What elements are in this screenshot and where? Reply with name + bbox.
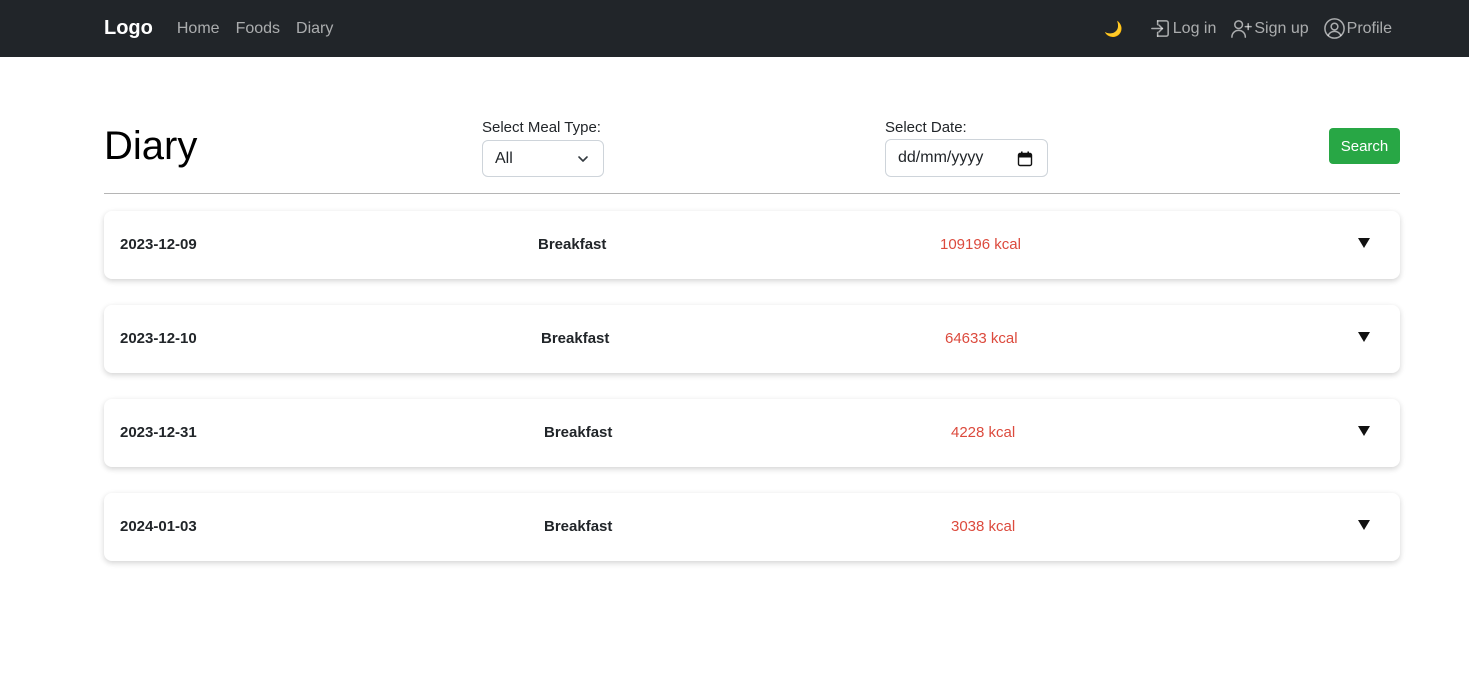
caret-down-icon[interactable] xyxy=(1357,236,1371,250)
divider xyxy=(104,193,1400,194)
nav-left: Logo Home Foods Diary xyxy=(104,0,349,57)
profile-label: Profile xyxy=(1346,19,1392,37)
date-placeholder: dd/mm/yyyy xyxy=(898,149,984,166)
diary-entry[interactable]: 2023-12-10 Breakfast 64633 kcal xyxy=(104,305,1400,373)
nav-link-diary[interactable]: Diary xyxy=(296,20,333,38)
entry-date: 2024-01-03 xyxy=(120,518,197,535)
top-navbar: Logo Home Foods Diary 🌙 Log in Sign up P… xyxy=(0,0,1469,57)
profile-link[interactable]: Profile xyxy=(1323,17,1392,40)
signup-label: Sign up xyxy=(1254,19,1309,37)
login-label: Log in xyxy=(1172,19,1217,37)
login-icon xyxy=(1150,20,1169,37)
entry-kcal: 4228 kcal xyxy=(951,424,1016,441)
entry-kcal: 64633 kcal xyxy=(945,330,1018,347)
caret-down-icon[interactable] xyxy=(1357,424,1371,438)
date-input[interactable]: dd/mm/yyyy xyxy=(885,139,1048,177)
nav-link-home[interactable]: Home xyxy=(177,20,220,38)
calendar-icon[interactable] xyxy=(1017,151,1033,167)
login-link[interactable]: Log in xyxy=(1149,17,1217,40)
meal-type-label: Select Meal Type: xyxy=(482,119,601,136)
moon-icon[interactable]: 🌙 xyxy=(1104,20,1123,38)
meal-type-select[interactable]: All xyxy=(482,140,604,177)
date-label: Select Date: xyxy=(885,119,967,136)
chevron-down-icon xyxy=(578,156,588,162)
person-plus-icon xyxy=(1231,20,1253,38)
entry-kcal: 3038 kcal xyxy=(951,518,1016,535)
entry-meal: Breakfast xyxy=(541,330,610,347)
entry-meal: Breakfast xyxy=(538,236,607,253)
entry-kcal: 109196 kcal xyxy=(940,236,1021,253)
entry-date: 2023-12-10 xyxy=(120,330,197,347)
diary-entry[interactable]: 2024-01-03 Breakfast 3038 kcal xyxy=(104,493,1400,561)
caret-down-icon[interactable] xyxy=(1357,518,1371,532)
diary-entry[interactable]: 2023-12-31 Breakfast 4228 kcal xyxy=(104,399,1400,467)
entry-meal: Breakfast xyxy=(544,424,613,441)
entry-meal: Breakfast xyxy=(544,518,613,535)
search-button[interactable]: Search xyxy=(1329,128,1400,164)
nav-right: 🌙 Log in Sign up Profile xyxy=(1104,0,1392,57)
caret-down-icon[interactable] xyxy=(1357,330,1371,344)
page-title: Diary xyxy=(104,124,198,168)
entry-date: 2023-12-31 xyxy=(120,424,197,441)
person-circle-icon xyxy=(1323,18,1345,39)
signup-link[interactable]: Sign up xyxy=(1230,17,1309,40)
entry-date: 2023-12-09 xyxy=(120,236,197,253)
logo[interactable]: Logo xyxy=(104,17,153,40)
meal-type-value: All xyxy=(495,149,513,167)
diary-entry[interactable]: 2023-12-09 Breakfast 109196 kcal xyxy=(104,211,1400,279)
nav-link-foods[interactable]: Foods xyxy=(236,20,280,38)
